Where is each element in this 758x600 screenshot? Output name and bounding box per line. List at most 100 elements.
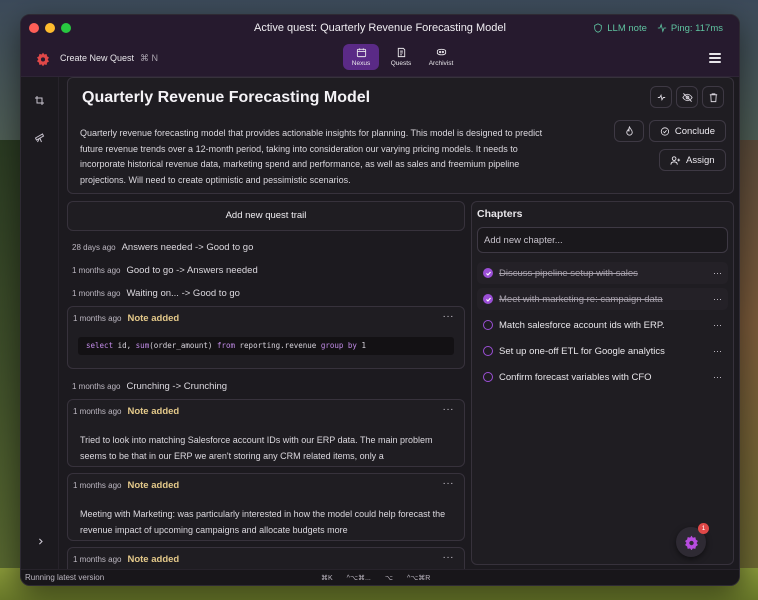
chapter-item[interactable]: Meet with marketing re: campaign data ··… — [477, 288, 728, 310]
active-quest-name: Quarterly Revenue Forecasting Model — [320, 22, 506, 34]
checkbox-checked-icon[interactable] — [483, 294, 493, 304]
create-quest-shortcut: ⌘ N — [140, 53, 159, 63]
shortcut-option[interactable]: ⌥ — [385, 574, 393, 582]
flame-icon — [625, 125, 633, 136]
chapter-label: Match salesforce account ids with ERP. — [499, 319, 665, 331]
trail-event: 1 months ago Waiting on... -> Good to go — [67, 282, 465, 305]
chapter-item[interactable]: Discuss pipeline setup with sales ··· — [477, 262, 728, 284]
titlebar: Active quest: Quarterly Revenue Forecast… — [21, 15, 739, 41]
note-body: Tried to look into matching Salesforce a… — [80, 435, 433, 461]
chapter-item[interactable]: Match salesforce account ids with ERP. ·… — [477, 314, 728, 336]
active-quest-label: Active quest: — [254, 22, 318, 34]
checkbox-checked-icon[interactable] — [483, 268, 493, 278]
create-quest-label: Create New Quest — [60, 53, 135, 63]
note-timestamp: 1 months ago — [73, 313, 122, 323]
chapter-item[interactable]: Set up one-off ETL for Google analytics … — [477, 340, 728, 362]
link-button[interactable] — [650, 86, 672, 108]
nav-nexus[interactable]: Nexus — [343, 44, 379, 70]
toolbar: Create New Quest ⌘ N Nexus Quests Archiv… — [21, 41, 739, 77]
chapter-more-icon[interactable]: ··· — [713, 346, 722, 356]
note-timestamp: 1 months ago — [73, 480, 122, 490]
pulse-icon — [657, 23, 667, 33]
code-text: id, — [113, 341, 136, 350]
status-text: Running latest version — [25, 573, 105, 582]
note-label: Note added — [127, 553, 180, 565]
note-body: Meeting with Marketing: was particularly… — [80, 509, 446, 535]
delete-button[interactable] — [702, 86, 724, 108]
note-header: 1 months ago Note added — [68, 307, 464, 329]
note-more-icon[interactable]: ··· — [443, 478, 455, 489]
crop-icon[interactable] — [34, 95, 46, 107]
note-timestamp: 1 months ago — [73, 406, 122, 416]
chapter-label: Meet with marketing re: campaign data — [499, 293, 663, 305]
trail-note: 1 months ago Note added ··· Tried to loo… — [67, 399, 465, 467]
ping-label: Ping: 117ms — [670, 22, 723, 34]
chapter-more-icon[interactable]: ··· — [713, 268, 722, 278]
add-chapter-input[interactable] — [477, 227, 728, 253]
chapter-more-icon[interactable]: ··· — [713, 320, 722, 330]
chapters-title: Chapters — [477, 208, 523, 220]
chapter-more-icon[interactable]: ··· — [713, 372, 722, 382]
llm-note-label: LLM note — [607, 22, 647, 34]
note-header: 1 months ago Note added — [68, 400, 464, 422]
trail-event: 28 days ago Answers needed -> Good to go — [67, 236, 465, 259]
chapter-item[interactable]: Confirm forecast variables with CFO ··· — [477, 366, 728, 388]
gear-logo-icon[interactable] — [36, 52, 50, 66]
note-label: Note added — [127, 479, 180, 491]
trail-note: 1 months ago Note added ··· Meeting with… — [67, 473, 465, 541]
create-quest-button[interactable]: Create New Quest ⌘ N — [60, 53, 158, 64]
note-more-icon[interactable]: ··· — [443, 552, 455, 563]
quest-description: Quarterly revenue forecasting model that… — [80, 128, 543, 186]
trail-note: 1 months ago Note added ··· select id, s… — [67, 306, 465, 369]
assign-button[interactable]: Assign — [659, 149, 726, 171]
assign-label: Assign — [686, 154, 715, 166]
quests-icon — [397, 47, 405, 58]
event-timestamp: 1 months ago — [72, 382, 121, 391]
conclude-label: Conclude — [674, 125, 715, 137]
app-window: Active quest: Quarterly Revenue Forecast… — [20, 14, 740, 586]
code-text: (order_amount) — [149, 341, 217, 350]
nav-quests[interactable]: Quests — [383, 44, 419, 70]
ping-status: Ping: 117ms — [657, 23, 723, 34]
nav-archivist-label: Archivist — [428, 60, 454, 67]
nav-archivist[interactable]: Archivist — [423, 44, 459, 70]
llm-note-status[interactable]: LLM note — [593, 23, 647, 34]
code-keyword: select — [86, 341, 114, 350]
shield-icon — [594, 23, 603, 33]
note-header: 1 months ago Note added — [68, 548, 464, 569]
quest-title: Quarterly Revenue Forecasting Model — [82, 89, 371, 106]
check-circle-icon — [660, 126, 670, 136]
checkbox-empty-icon[interactable] — [483, 320, 493, 330]
add-quest-trail-button[interactable]: Add new quest trail — [67, 201, 465, 231]
sidebar — [21, 77, 59, 569]
code-keyword: sum — [135, 341, 150, 350]
event-timestamp: 1 months ago — [72, 289, 121, 298]
event-timestamp: 28 days ago — [72, 243, 116, 252]
checkbox-empty-icon[interactable] — [483, 372, 493, 382]
link-icon — [657, 93, 665, 101]
fire-button[interactable] — [614, 120, 644, 142]
shortcut-search[interactable]: ⌘K — [321, 574, 333, 582]
trail-note: 1 months ago Note added ··· — [67, 547, 465, 569]
assistant-button[interactable]: 1 — [676, 523, 709, 557]
note-more-icon[interactable]: ··· — [443, 404, 455, 415]
menu-icon[interactable] — [709, 53, 721, 63]
chapter-label: Confirm forecast variables with CFO — [499, 371, 652, 383]
telescope-icon[interactable] — [34, 131, 46, 143]
shortcut-command[interactable]: ^⌥⌘... — [347, 574, 371, 582]
hide-button[interactable] — [676, 86, 698, 108]
trail-event: 1 months ago Crunching -> Crunching — [67, 375, 465, 398]
code-text: 1 — [356, 341, 366, 350]
shortcut-reload[interactable]: ^⌥⌘R — [407, 574, 430, 582]
quest-trail: Add new quest trail 28 days ago Answers … — [67, 201, 465, 569]
note-more-icon[interactable]: ··· — [443, 311, 455, 322]
chapter-more-icon[interactable]: ··· — [713, 294, 722, 304]
archivist-icon — [436, 48, 446, 56]
chapter-label: Discuss pipeline setup with sales — [499, 267, 638, 279]
status-shortcuts: ⌘K ^⌥⌘... ⌥ ^⌥⌘R — [321, 574, 430, 582]
checkbox-empty-icon[interactable] — [483, 346, 493, 356]
chevron-right-icon[interactable] — [36, 537, 45, 546]
statusbar: Running latest version ⌘K ^⌥⌘... ⌥ ^⌥⌘R — [21, 569, 739, 585]
chapter-label: Set up one-off ETL for Google analytics — [499, 345, 665, 357]
conclude-button[interactable]: Conclude — [649, 120, 726, 142]
